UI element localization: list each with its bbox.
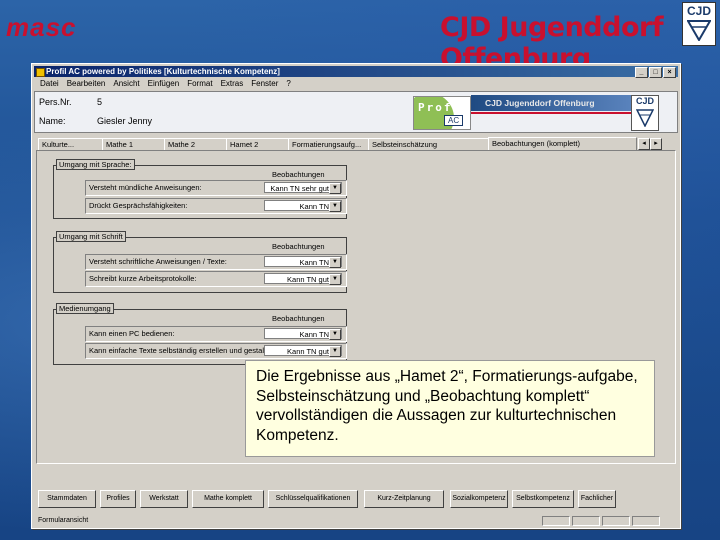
menu-datei[interactable]: Datei [40, 78, 59, 89]
person-info-panel: Pers.Nr. 5 Name: Giesler Jenny Profil AC… [34, 91, 678, 133]
pers-nr-label: Pers.Nr. [39, 97, 72, 107]
close-button[interactable]: × [663, 67, 676, 78]
chevron-down-icon[interactable]: ▼ [329, 183, 341, 194]
kurz-zeitplanung-button[interactable]: Kurz-Zeitplanung [364, 490, 444, 508]
menu-ansicht[interactable]: Ansicht [113, 78, 139, 89]
row-label: Drückt Gesprächsfähigkeiten: [89, 201, 188, 210]
selbstkompetenz-button[interactable]: Selbstkompetenz [512, 490, 574, 508]
sozialkompetenz-button[interactable]: Sozialkompetenz [450, 490, 508, 508]
row-label: Versteht mündliche Anweisungen: [89, 183, 202, 192]
chevron-down-icon[interactable]: ▼ [329, 329, 341, 340]
status-box [542, 516, 570, 526]
fachlicher-button[interactable]: Fachlicher [578, 490, 616, 508]
row-label: Versteht schriftliche Anweisungen / Text… [89, 257, 227, 266]
cjd-banner: CJD Jugenddorf Offenburg [471, 95, 641, 114]
tab-scroll-right-button[interactable]: ▸ [650, 138, 662, 150]
status-text: Formularansicht [38, 517, 89, 524]
status-bar: Formularansicht [34, 515, 678, 526]
profil-logo-sub: AC [444, 115, 464, 126]
menu-fenster[interactable]: Fenster [251, 78, 278, 89]
name-label: Name: [39, 116, 66, 126]
tab-scroll-left-button[interactable]: ◂ [638, 138, 650, 150]
stammdaten-button[interactable]: Stammdaten [38, 490, 96, 508]
chevron-down-icon[interactable]: ▼ [329, 346, 341, 357]
row-label: Kann einen PC bedienen: [89, 329, 175, 338]
profil-ac-logo: Profil AC [413, 96, 471, 130]
tab-strip: Kulturte... Mathe 1 Mathe 2 Hamet 2 Form… [36, 137, 676, 150]
status-box [602, 516, 630, 526]
group-medien: Medienumgang Beobachtungen Kann einen PC… [53, 303, 347, 365]
menu-format[interactable]: Format [187, 78, 212, 89]
mathe-komplett-button[interactable]: Mathe komplett [192, 490, 264, 508]
group-schrift: Umgang mit Schrift Beobachtungen Versteh… [53, 231, 347, 293]
menu-einfuegen[interactable]: Einfügen [148, 78, 180, 89]
profiles-button[interactable]: Profiles [100, 490, 136, 508]
row-pc-bedienen: Kann einen PC bedienen: Kann TN ▼ [85, 326, 347, 342]
cjd-banner-text: CJD Jugenddorf Offenburg [485, 98, 595, 108]
cjd-triangle-icon [687, 20, 711, 41]
status-box [632, 516, 660, 526]
menu-bearbeiten[interactable]: Bearbeiten [67, 78, 106, 89]
row-gespraechsfaehigkeiten: Drückt Gesprächsfähigkeiten: Kann TN ▼ [85, 198, 347, 214]
window-title: Profil AC powered by Politikes [Kulturte… [46, 67, 280, 76]
row-muendliche-anweisungen: Versteht mündliche Anweisungen: Kann TN … [85, 180, 347, 196]
column-header: Beobachtungen [272, 314, 325, 323]
app-icon [36, 68, 45, 77]
row-arbeitsprotokolle: Schreibt kurze Arbeitsprotokolle: Kann T… [85, 271, 347, 287]
tab-beobachtungen-komplett[interactable]: Beobachtungen (komplett) [488, 137, 637, 150]
maximize-button[interactable]: □ [649, 67, 662, 78]
row-label: Schreibt kurze Arbeitsprotokolle: [89, 274, 197, 283]
mini-cjd-triangle-icon [636, 109, 654, 127]
menu-bar: Datei Bearbeiten Ansicht Einfügen Format… [34, 78, 678, 89]
rating-select[interactable]: Kann TN gut ▼ [264, 273, 342, 285]
name-value: Giesler Jenny [97, 116, 153, 126]
tab-mathe-1[interactable]: Mathe 1 [102, 138, 167, 150]
tab-mathe-2[interactable]: Mathe 2 [164, 138, 229, 150]
window-titlebar[interactable]: Profil AC powered by Politikes [Kulturte… [34, 66, 678, 78]
rating-select[interactable]: Kann TN ▼ [264, 200, 342, 212]
minimize-button[interactable]: _ [635, 67, 648, 78]
bottom-button-bar: Stammdaten Profiles Werkstatt Mathe komp… [36, 490, 676, 508]
tab-formatierung[interactable]: Formatierungsaufg... [288, 138, 371, 150]
row-texte-gestalten: Kann einfache Texte selbständig erstelle… [85, 343, 347, 359]
menu-help[interactable]: ? [286, 78, 290, 89]
profil-logo-text: Profil [418, 101, 470, 114]
chevron-down-icon[interactable]: ▼ [329, 201, 341, 212]
row-schriftliche-anweisungen: Versteht schriftliche Anweisungen / Text… [85, 254, 347, 270]
cjd-logo: CJD [682, 2, 716, 46]
group-sprache: Umgang mit Sprache: Beobachtungen Verste… [53, 159, 347, 219]
mini-cjd-logo: CJD [631, 95, 659, 131]
column-header: Beobachtungen [272, 242, 325, 251]
werkstatt-button[interactable]: Werkstatt [140, 490, 188, 508]
schluesselqualifikationen-button[interactable]: Schlüsselqualifikationen [268, 490, 358, 508]
callout-text-box: Die Ergebnisse aus „Hamet 2“, Formatieru… [245, 360, 655, 457]
tab-kulturtechnik[interactable]: Kulturte... [38, 138, 105, 150]
chevron-down-icon[interactable]: ▼ [329, 274, 341, 285]
group-schrift-title: Umgang mit Schrift [56, 231, 126, 242]
rating-select[interactable]: Kann TN ▼ [264, 328, 342, 340]
mini-cjd-text: CJD [635, 96, 654, 106]
rating-select[interactable]: Kann TN ▼ [264, 256, 342, 268]
app-window: Profil AC powered by Politikes [Kulturte… [31, 63, 681, 529]
row-label: Kann einfache Texte selbständig erstelle… [89, 346, 277, 355]
tab-hamet-2[interactable]: Hamet 2 [226, 138, 291, 150]
group-medien-title: Medienumgang [56, 303, 114, 314]
group-sprache-title: Umgang mit Sprache: [56, 159, 135, 170]
pers-nr-value: 5 [97, 97, 103, 107]
brand-masc: masc [6, 12, 77, 42]
menu-extras[interactable]: Extras [221, 78, 244, 89]
chevron-down-icon[interactable]: ▼ [329, 257, 341, 268]
status-box [572, 516, 600, 526]
rating-select[interactable]: Kann TN gut ▼ [264, 345, 342, 357]
rating-select[interactable]: Kann TN sehr gut ▼ [264, 182, 342, 194]
tab-selbsteinschaetzung[interactable]: Selbsteinschätzung [368, 138, 491, 150]
cjd-logo-text: CJD [686, 4, 711, 18]
column-header: Beobachtungen [272, 170, 325, 179]
